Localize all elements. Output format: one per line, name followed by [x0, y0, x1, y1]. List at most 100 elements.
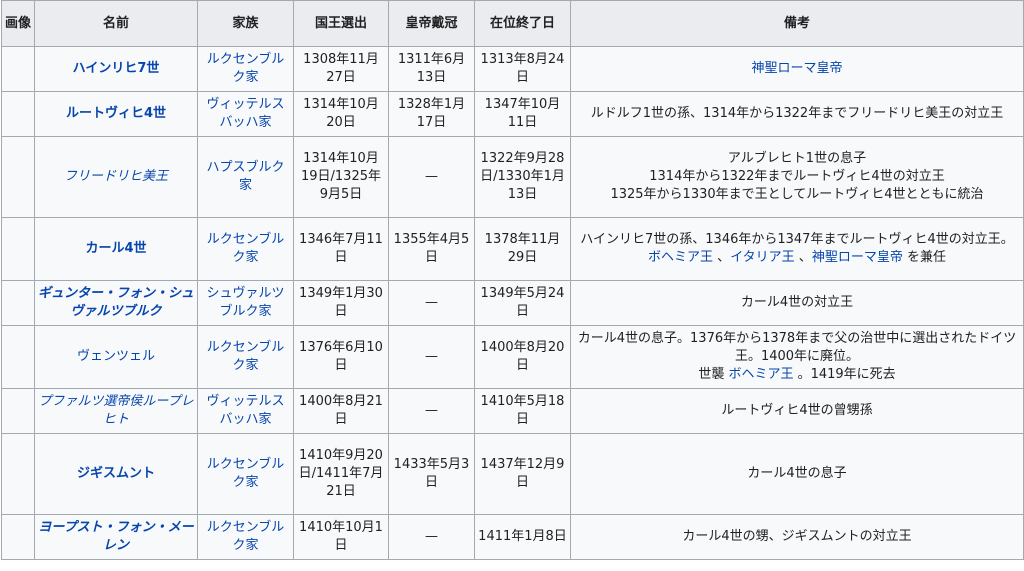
remarks-line: カール4世の息子。1376年から1378年まで父の治世中に選出されたドイツ王。1…	[577, 331, 1017, 364]
header-image[interactable]: 画像	[1, 0, 35, 47]
header-end[interactable]: 在位終了日	[474, 0, 571, 47]
remarks-text: 。1419年に死去	[793, 367, 896, 382]
remarks-line: ハインリヒ7世の孫、1346年から1347年までルートヴィヒ4世の対立王。	[580, 232, 1014, 247]
family-link[interactable]: ハプスブルク家	[206, 160, 284, 193]
elected-cell: 1400年8月21日	[293, 388, 389, 434]
elected-cell: 1376年6月10日	[293, 325, 389, 389]
table-row: ルートヴィヒ4世 ヴィッテルスバッハ家 1314年10月20日 1328年1月1…	[1, 91, 1024, 137]
name-link[interactable]: フリードリヒ美王	[64, 169, 168, 184]
header-elected[interactable]: 国王選出	[293, 0, 389, 47]
end-cell: 1349年5月24日	[474, 280, 571, 326]
header-family[interactable]: 家族	[197, 0, 294, 47]
italy-king-link[interactable]: イタリア王	[730, 250, 794, 265]
remarks-cell: カール4世の息子。1376年から1378年まで父の治世中に選出されたドイツ王。1…	[570, 325, 1024, 389]
remarks-line: 1325年から1330年まで王としてルートヴィヒ4世とともに統治	[610, 187, 984, 202]
end-cell: 1347年10月11日	[474, 91, 571, 137]
name-cell: ヴェンツェル	[34, 325, 198, 389]
family-link[interactable]: ルクセンブルク家	[207, 232, 285, 265]
image-cell	[1, 325, 35, 389]
remarks-text: を兼任	[902, 250, 946, 265]
header-row: 画像 名前 家族 国王選出 皇帝戴冠 在位終了日 備考	[1, 0, 1024, 47]
family-cell: ハプスブルク家	[197, 136, 294, 218]
remarks-cell: ルドルフ1世の孫、1314年から1322年までフリードリヒ美王の対立王	[570, 91, 1024, 137]
elected-cell: 1308年11月27日	[293, 46, 389, 92]
family-link[interactable]: ヴィッテルスバッハ家	[206, 394, 284, 427]
end-cell: 1410年5月18日	[474, 388, 571, 434]
table-row: カール4世 ルクセンブルク家 1346年7月11日 1355年4月5日 1378…	[1, 217, 1024, 281]
family-cell: ルクセンブルク家	[197, 217, 294, 281]
name-link[interactable]: ルートヴィヒ4世	[66, 106, 166, 121]
header-name[interactable]: 名前	[34, 0, 198, 47]
end-cell: 1313年8月24日	[474, 46, 571, 92]
end-cell: 1411年1月8日	[474, 514, 571, 560]
table-row: ヨープスト・フォン・メーレン ルクセンブルク家 1410年10月1日 — 141…	[1, 514, 1024, 560]
name-cell: フリードリヒ美王	[34, 136, 198, 218]
remarks-line: アルブレヒト1世の息子	[727, 151, 867, 166]
remarks-cell: カール4世の対立王	[570, 280, 1024, 326]
image-cell	[1, 388, 35, 434]
separator: 、	[713, 250, 731, 265]
remarks-link[interactable]: 神聖ローマ皇帝	[751, 61, 842, 76]
family-link[interactable]: ヴィッテルスバッハ家	[206, 97, 284, 130]
crowned-cell: —	[388, 136, 475, 218]
remarks-text: 世襲	[698, 367, 729, 382]
family-cell: ルクセンブルク家	[197, 433, 294, 515]
family-link[interactable]: ルクセンブルク家	[207, 340, 285, 373]
name-link[interactable]: ハインリヒ7世	[73, 61, 160, 76]
table-row: ギュンター・フォン・シュヴァルツブルク シュヴァルツブルク家 1349年1月30…	[1, 280, 1024, 326]
image-cell	[1, 46, 35, 92]
bohemia-king-link[interactable]: ボヘミア王	[648, 250, 713, 265]
remarks-line: 1314年から1322年までルートヴィヒ4世の対立王	[649, 169, 945, 184]
remarks-cell: 神聖ローマ皇帝	[570, 46, 1024, 92]
image-cell	[1, 433, 35, 515]
family-link[interactable]: シュヴァルツブルク家	[206, 286, 284, 319]
table-row: プファルツ選帝侯ループレヒト ヴィッテルスバッハ家 1400年8月21日 — 1…	[1, 388, 1024, 434]
elected-cell: 1346年7月11日	[293, 217, 389, 281]
crowned-cell: 1355年4月5日	[388, 217, 475, 281]
remarks-cell: アルブレヒト1世の息子 1314年から1322年までルートヴィヒ4世の対立王 1…	[570, 136, 1024, 218]
name-link[interactable]: ギュンター・フォン・シュヴァルツブルク	[38, 286, 194, 319]
image-cell	[1, 514, 35, 560]
name-link[interactable]: ジギスムント	[77, 466, 155, 481]
image-cell	[1, 217, 35, 281]
name-cell: ジギスムント	[34, 433, 198, 515]
family-cell: ヴィッテルスバッハ家	[197, 91, 294, 137]
table-row: ヴェンツェル ルクセンブルク家 1376年6月10日 — 1400年8月20日 …	[1, 325, 1024, 389]
remarks-line: ボヘミア王 、イタリア王 、神聖ローマ皇帝 を兼任	[574, 249, 1020, 267]
family-cell: ルクセンブルク家	[197, 46, 294, 92]
name-cell: ハインリヒ7世	[34, 46, 198, 92]
family-link[interactable]: ルクセンブルク家	[207, 457, 285, 490]
header-remarks[interactable]: 備考	[570, 0, 1024, 47]
elected-cell: 1349年1月30日	[293, 280, 389, 326]
hre-emperor-link[interactable]: 神聖ローマ皇帝	[812, 250, 903, 265]
end-cell: 1400年8月20日	[474, 325, 571, 389]
table-row: ハインリヒ7世 ルクセンブルク家 1308年11月27日 1311年6月13日 …	[1, 46, 1024, 92]
bohemia-king-link[interactable]: ボヘミア王	[728, 367, 793, 382]
header-crowned[interactable]: 皇帝戴冠	[388, 0, 475, 47]
crowned-cell: —	[388, 280, 475, 326]
end-cell: 1322年9月28日/1330年1月13日	[474, 136, 571, 218]
remarks-cell: ルートヴィヒ4世の曾甥孫	[570, 388, 1024, 434]
remarks-cell: ハインリヒ7世の孫、1346年から1347年までルートヴィヒ4世の対立王。 ボヘ…	[570, 217, 1024, 281]
name-link[interactable]: カール4世	[85, 241, 146, 256]
family-link[interactable]: ルクセンブルク家	[207, 520, 285, 553]
remarks-cell: カール4世の甥、ジギスムントの対立王	[570, 514, 1024, 560]
elected-cell: 1410年10月1日	[293, 514, 389, 560]
elected-cell: 1314年10月20日	[293, 91, 389, 137]
name-link[interactable]: プファルツ選帝侯ループレヒト	[38, 394, 193, 427]
crowned-cell: 1328年1月17日	[388, 91, 475, 137]
family-cell: ルクセンブルク家	[197, 514, 294, 560]
name-link[interactable]: ヴェンツェル	[77, 349, 155, 364]
table-row: ジギスムント ルクセンブルク家 1410年9月20日/1411年7月21日 14…	[1, 433, 1024, 515]
name-cell: カール4世	[34, 217, 198, 281]
name-cell: ヨープスト・フォン・メーレン	[34, 514, 198, 560]
family-cell: ルクセンブルク家	[197, 325, 294, 389]
name-cell: ルートヴィヒ4世	[34, 91, 198, 137]
name-link[interactable]: ヨープスト・フォン・メーレン	[38, 520, 193, 553]
crowned-cell: —	[388, 514, 475, 560]
family-link[interactable]: ルクセンブルク家	[207, 52, 285, 85]
remarks-line: 世襲 ボヘミア王 。1419年に死去	[574, 366, 1020, 384]
image-cell	[1, 91, 35, 137]
table-row: フリードリヒ美王 ハプスブルク家 1314年10月19日/1325年9月5日 —…	[1, 136, 1024, 218]
crowned-cell: 1311年6月13日	[388, 46, 475, 92]
